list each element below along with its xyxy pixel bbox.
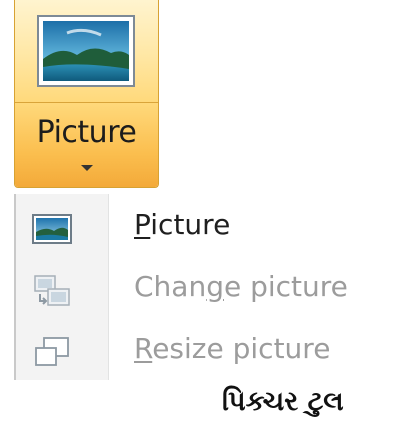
picture-dropdown-menu: Picture Change picture Resize picture xyxy=(14,194,410,380)
picture-button-top[interactable] xyxy=(15,0,158,103)
label-text: icture xyxy=(150,208,231,241)
menu-item-picture-label: Picture xyxy=(134,208,230,241)
resize-picture-icon xyxy=(35,337,69,366)
access-key: P xyxy=(134,208,151,241)
menu-item-resize-picture-label: Resize picture xyxy=(134,332,330,365)
menu-item-change-picture-label: Change picture xyxy=(134,270,348,303)
screenshot-stage: Picture Picture Change picture Resize pi… xyxy=(0,0,410,423)
triangle-down-icon xyxy=(81,165,93,171)
change-picture-icon xyxy=(34,275,70,306)
landscape-picture-icon xyxy=(37,15,135,87)
picture-ribbon-button[interactable]: Picture xyxy=(14,0,159,188)
menu-item-picture[interactable]: Picture xyxy=(16,198,410,260)
picture-icon xyxy=(32,214,72,244)
picture-button-dropdown[interactable]: Picture xyxy=(15,103,158,187)
menu-item-change-picture[interactable]: Change picture xyxy=(16,260,410,322)
access-key: R xyxy=(134,332,153,365)
label-text-after: e picture xyxy=(223,270,348,303)
picture-button-label: Picture xyxy=(36,115,137,150)
caption-text: પિક્ચર ટુલ xyxy=(222,386,344,417)
menu-item-resize-picture[interactable]: Resize picture xyxy=(16,322,410,384)
label-text: esize picture xyxy=(152,332,331,365)
label-text-before: Chan xyxy=(134,270,207,303)
access-key: g xyxy=(206,270,224,303)
